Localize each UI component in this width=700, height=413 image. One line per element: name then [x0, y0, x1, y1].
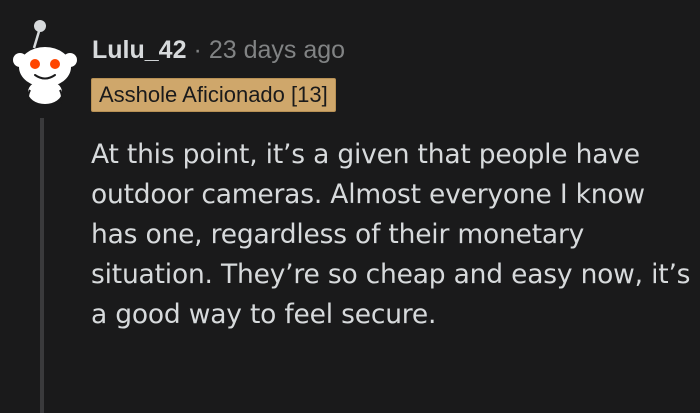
- comment-body: At this point, it’s a given that people …: [91, 139, 691, 330]
- reddit-snoo-avatar-icon[interactable]: [10, 18, 80, 105]
- comment-container: Lulu_42 · 23 days ago Asshole Aficionado…: [0, 0, 700, 413]
- user-flair-badge: Asshole Aficionado [13]: [91, 78, 336, 112]
- comment-meta: Lulu_42 · 23 days ago: [92, 34, 345, 66]
- timestamp-link[interactable]: 23 days ago: [209, 36, 345, 65]
- thread-collapse-line[interactable]: [40, 118, 44, 413]
- username-link[interactable]: Lulu_42: [92, 36, 186, 65]
- meta-separator: ·: [193, 35, 202, 64]
